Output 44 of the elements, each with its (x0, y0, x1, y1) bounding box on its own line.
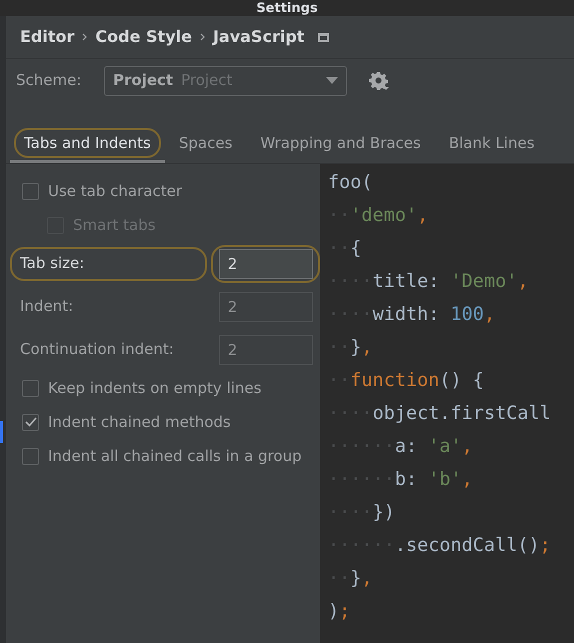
checkbox[interactable] (22, 182, 39, 200)
breadcrumb-item[interactable]: JavaScript (212, 25, 304, 49)
tab[interactable]: Spaces (168, 128, 242, 158)
breadcrumb-item[interactable]: Code Style (95, 25, 192, 49)
settings-icon[interactable] (369, 70, 389, 90)
code-line: ······.secondCall(); (328, 535, 551, 556)
number-field[interactable]: 2 (218, 248, 313, 278)
code-line: ); (328, 601, 350, 622)
code-line: foo( (328, 172, 373, 193)
tab[interactable]: Blank Lines (438, 128, 545, 158)
checkbox[interactable] (22, 380, 39, 396)
code-line: ····title: 'Demo', (328, 271, 528, 292)
field-label: Continuation indent: (19, 339, 175, 360)
breadcrumb-item[interactable]: Editor (20, 25, 74, 49)
code-line: ··}, (328, 568, 373, 589)
checkbox-label: Use tab character (48, 180, 182, 202)
checkbox-label: Keep indents on empty lines (48, 378, 262, 399)
window-icon (318, 32, 330, 42)
code-line: ······b: 'b', (328, 469, 473, 490)
chevron-icon (200, 33, 205, 41)
checkbox[interactable] (22, 448, 39, 464)
checkbox-label: Indent all chained calls in a group (48, 446, 302, 467)
code-line: ······a: 'a', (328, 436, 473, 457)
code-line: ····object.firstCall (328, 403, 551, 424)
window-title: Settings (256, 1, 318, 16)
tab[interactable]: Wrapping and Braces (250, 128, 431, 158)
field-label: Indent: (19, 296, 74, 318)
scheme-label: Scheme: (16, 70, 82, 92)
field-label: Tab size: (10, 246, 208, 280)
code-line: ··{ (328, 238, 362, 259)
code-line: ··function() { (328, 370, 484, 391)
check-icon (24, 417, 36, 427)
chevron-icon (82, 33, 88, 41)
checkbox[interactable] (22, 414, 39, 430)
code-line: ··'demo', (328, 205, 428, 226)
dropdown-caret-icon (326, 77, 338, 84)
number-field[interactable]: 2 (218, 292, 313, 322)
code-line: ··}, (328, 337, 373, 358)
number-field[interactable]: 2 (218, 334, 313, 364)
code-line: ····width: 100, (328, 304, 496, 325)
checkbox-label: Indent chained methods (48, 412, 231, 433)
tab[interactable]: Tabs and Indents (14, 128, 161, 158)
code-line: ····}) (328, 502, 395, 523)
focus-marker (0, 421, 3, 443)
